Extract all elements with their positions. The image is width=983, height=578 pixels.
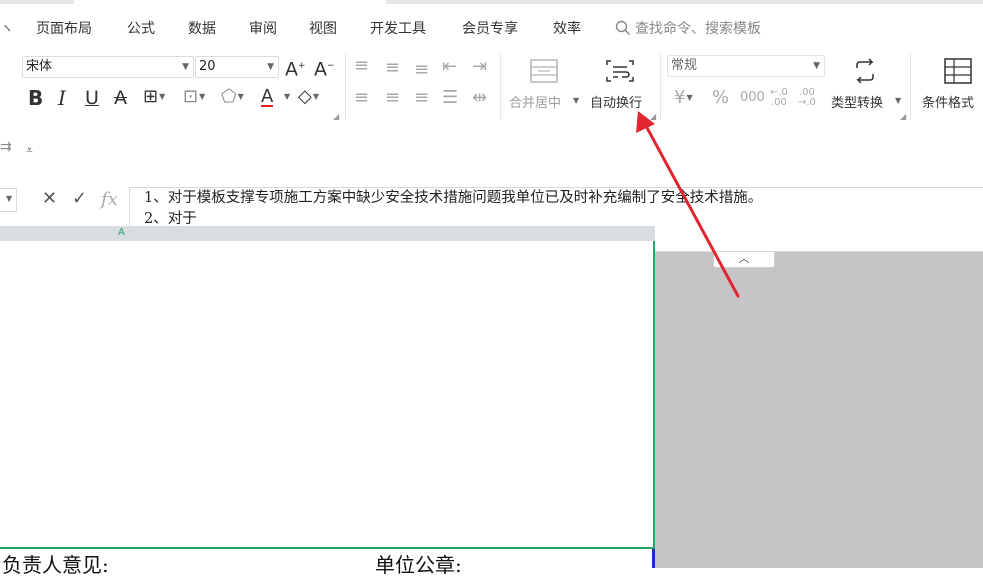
- annotation-arrow: [636, 111, 740, 298]
